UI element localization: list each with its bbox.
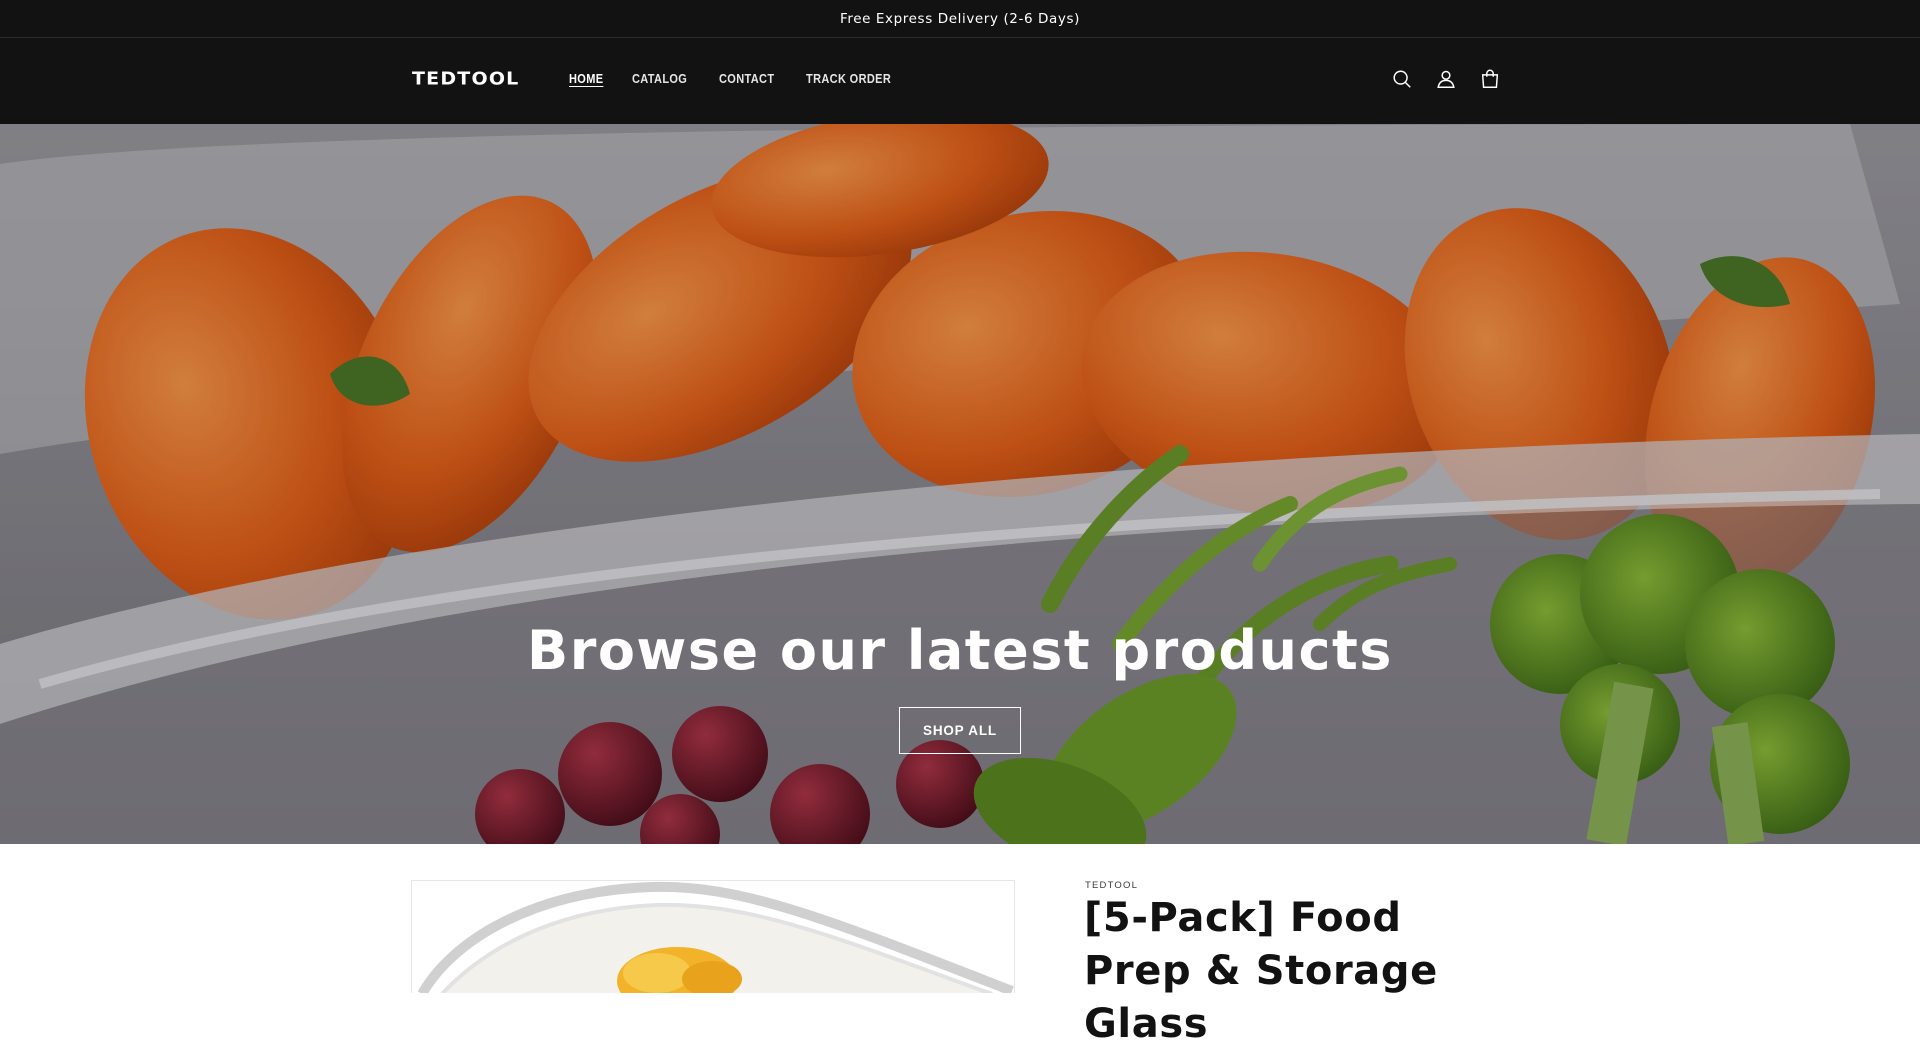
announcement-text: Free Express Delivery (2-6 Days)	[839, 10, 1081, 27]
nav-contact[interactable]: CONTACT	[719, 72, 774, 86]
glass-container-image	[417, 881, 1014, 993]
account-icon	[1437, 70, 1455, 88]
announcement-bar: Free Express Delivery (2-6 Days)	[0, 0, 1920, 38]
site-header: TEDTOOL HOME CATALOG CONTACT TRACK ORDER	[0, 38, 1920, 124]
nav-catalog[interactable]: CATALOG	[632, 72, 687, 86]
header-icons	[1390, 65, 1502, 93]
product-vendor: TEDTOOL	[1085, 880, 1139, 891]
nav-track-order[interactable]: TRACK ORDER	[806, 72, 891, 86]
cart-button[interactable]	[1478, 65, 1502, 93]
hero-title: Browse our latest products	[527, 619, 1393, 682]
hero-banner: Browse our latest products SHOP ALL	[0, 124, 1920, 844]
product-title: [5-Pack] Food Prep & Storage Glass	[1084, 895, 1438, 1047]
account-button[interactable]	[1434, 65, 1458, 93]
store-logo[interactable]: TEDTOOL	[412, 67, 519, 91]
cart-icon	[1481, 69, 1499, 88]
search-button[interactable]	[1390, 65, 1414, 93]
search-icon	[1393, 70, 1411, 88]
product-image[interactable]	[411, 880, 1015, 993]
nav-home[interactable]: HOME	[569, 72, 603, 86]
shop-all-button[interactable]: SHOP ALL	[899, 707, 1021, 754]
main-nav: HOME CATALOG CONTACT TRACK ORDER	[569, 72, 927, 86]
